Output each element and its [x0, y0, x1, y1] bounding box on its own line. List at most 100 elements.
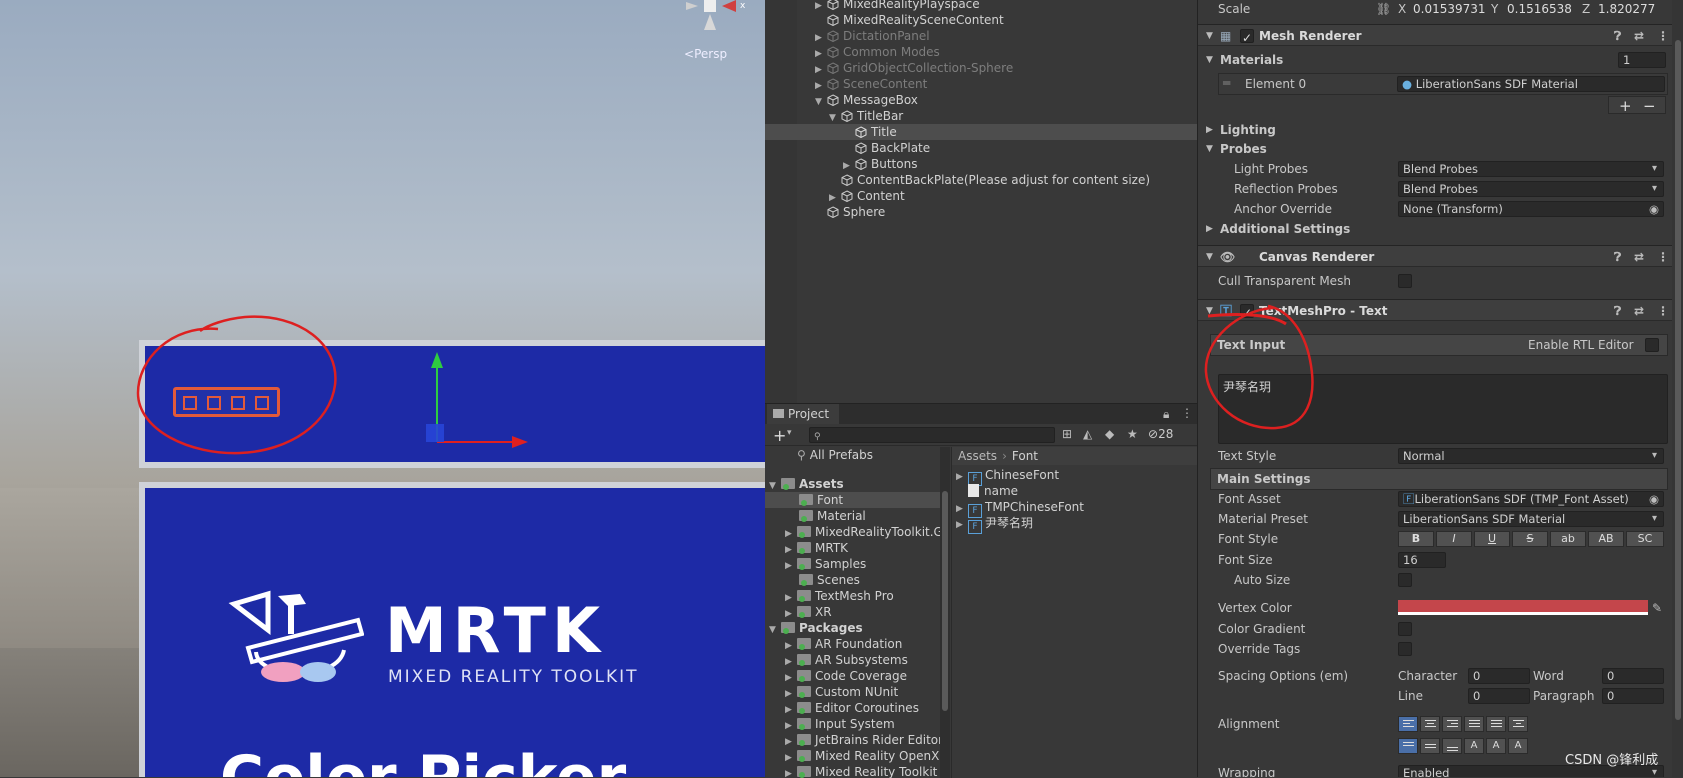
- hierarchy-item[interactable]: ▼ TitleBar: [765, 108, 1197, 124]
- hierarchy-item[interactable]: MixedRealitySceneContent: [765, 12, 1197, 28]
- hidden-packages-icon[interactable]: ⊘28: [1148, 427, 1173, 441]
- probes-foldout[interactable]: ▼ Probes: [1198, 140, 1683, 158]
- align-geometry-center-button[interactable]: [1508, 716, 1528, 732]
- cull-transparent-checkbox[interactable]: [1398, 274, 1412, 288]
- scrollbar-thumb[interactable]: [1675, 40, 1681, 720]
- align-center-button[interactable]: [1420, 716, 1440, 732]
- tree-item[interactable]: ▼ Assets: [769, 476, 844, 492]
- text-style-dropdown[interactable]: Normal: [1398, 448, 1664, 464]
- more-icon[interactable]: ⋮: [1657, 25, 1669, 47]
- color-gradient-checkbox[interactable]: [1398, 622, 1412, 636]
- materials-count-field[interactable]: 1: [1618, 52, 1666, 68]
- material-element-field[interactable]: ● LiberationSans SDF Material: [1397, 76, 1665, 92]
- search-by-type-icon[interactable]: ⊞: [1062, 427, 1072, 441]
- tree-item[interactable]: ▶ JetBrains Rider Editor: [785, 732, 940, 748]
- object-picker-icon[interactable]: ◉: [1649, 202, 1659, 216]
- project-panel[interactable]: Project 🔒︎ ⋮ + ▾ ⚲ ⊞ ◭ ◆ ★ ⊘28 ⚲ All Pref…: [765, 403, 1198, 778]
- preset-icon[interactable]: ⇄: [1634, 25, 1644, 47]
- add-icon[interactable]: +: [773, 426, 786, 445]
- vertex-color-swatch[interactable]: [1398, 600, 1648, 615]
- hierarchy-item[interactable]: ▶ Common Modes: [765, 44, 1197, 60]
- menu-icon[interactable]: ⋮: [1181, 406, 1193, 420]
- scale-x-field[interactable]: 0.01539731: [1413, 0, 1486, 18]
- tree-scrollbar[interactable]: [940, 447, 950, 778]
- font-style-italic-button[interactable]: I: [1436, 531, 1472, 547]
- reflection-probes-dropdown[interactable]: Blend Probes: [1398, 181, 1664, 197]
- light-probes-dropdown[interactable]: Blend Probes: [1398, 161, 1664, 177]
- tree-item[interactable]: ▶ Editor Coroutines: [785, 700, 919, 716]
- font-style-lowercase-button[interactable]: ab: [1550, 531, 1586, 547]
- tree-item[interactable]: ▶ XR: [785, 604, 832, 620]
- file-item[interactable]: ▶ F 尹琴名玥: [956, 515, 1033, 534]
- help-icon[interactable]: ❓︎: [1614, 300, 1621, 322]
- tree-item-all-prefabs[interactable]: ⚲ All Prefabs: [797, 447, 873, 463]
- move-gizmo[interactable]: [410, 350, 530, 450]
- tree-item[interactable]: ▶ AR Foundation: [785, 636, 902, 652]
- canvas-renderer-header[interactable]: ▼ 👁︎ Canvas Renderer ❓︎ ⇄ ⋮: [1198, 245, 1683, 267]
- project-file-list[interactable]: Assets › Font ▶ F ChineseFont name ▶ F TMPChin…: [951, 447, 1198, 778]
- add-element-button[interactable]: +: [1619, 97, 1632, 115]
- tree-item[interactable]: ▶ Samples: [785, 556, 866, 572]
- object-picker-icon[interactable]: ◉: [1649, 492, 1659, 506]
- font-style-uppercase-button[interactable]: AB: [1588, 531, 1624, 547]
- tab-project[interactable]: Project: [767, 404, 840, 424]
- hierarchy-item[interactable]: ▶ SceneContent: [765, 76, 1197, 92]
- drag-handle-icon[interactable]: ═: [1223, 76, 1230, 90]
- hierarchy-item[interactable]: ▶ MixedRealityPlayspace: [765, 0, 1197, 12]
- align-left-button[interactable]: [1398, 716, 1418, 732]
- align-middle-button[interactable]: [1420, 738, 1440, 754]
- tree-item[interactable]: ▶ MixedRealityToolkit.Ge: [785, 524, 940, 540]
- file-item[interactable]: ▶ F TMPChineseFont: [956, 499, 1084, 518]
- tree-item[interactable]: ▶ Custom NUnit: [785, 684, 898, 700]
- hierarchy-item[interactable]: BackPlate: [765, 140, 1197, 156]
- rtl-editor-checkbox[interactable]: [1645, 338, 1659, 352]
- align-midline-button[interactable]: A: [1486, 738, 1506, 754]
- line-spacing-field[interactable]: 0: [1468, 688, 1530, 704]
- mesh-renderer-enabled-checkbox[interactable]: [1240, 27, 1254, 49]
- help-icon[interactable]: ❓︎: [1614, 246, 1621, 268]
- more-icon[interactable]: ⋮: [1657, 300, 1669, 322]
- tree-item[interactable]: Scenes: [799, 572, 860, 588]
- anchor-override-field[interactable]: None (Transform) ◉: [1398, 201, 1664, 217]
- font-style-underline-button[interactable]: U: [1474, 531, 1510, 547]
- hierarchy-item[interactable]: ▶ Content: [765, 188, 1197, 204]
- material-preset-dropdown[interactable]: LiberationSans SDF Material: [1398, 511, 1664, 527]
- tree-item[interactable]: ▶ MRTK: [785, 540, 848, 556]
- align-capline-button[interactable]: A: [1508, 738, 1528, 754]
- word-spacing-field[interactable]: 0: [1602, 668, 1664, 684]
- tree-item[interactable]: ▶ Mixed Reality OpenXR: [785, 748, 940, 764]
- hierarchy-item[interactable]: ▶ GridObjectCollection-Sphere: [765, 60, 1197, 76]
- tag-icon[interactable]: ◆: [1105, 427, 1114, 441]
- tree-item[interactable]: ▼ Packages: [769, 620, 863, 636]
- align-top-button[interactable]: [1398, 738, 1418, 754]
- tree-item-font[interactable]: Font: [799, 492, 843, 508]
- lighting-foldout[interactable]: ▶ Lighting: [1198, 121, 1683, 139]
- preset-icon[interactable]: ⇄: [1634, 246, 1644, 268]
- character-spacing-field[interactable]: 0: [1468, 668, 1530, 684]
- remove-element-button[interactable]: −: [1643, 97, 1656, 115]
- align-right-button[interactable]: [1442, 716, 1462, 732]
- font-asset-field[interactable]: 🄵︎LiberationSans SDF (TMP_Font Asset) ◉: [1398, 491, 1664, 507]
- scrollbar-thumb[interactable]: [942, 491, 948, 711]
- hierarchy-panel[interactable]: ▶ MixedRealityPlayspace MixedRealityScene…: [765, 0, 1197, 403]
- project-folder-tree[interactable]: ⚲ All Prefabs ▼ Assets Font Material ▶ Mixe…: [765, 447, 940, 778]
- hierarchy-item[interactable]: ▶ DictationPanel: [765, 28, 1197, 44]
- scene-view[interactable]: x <Persp MRTK MIXED REALITY TOOLKIT Colo…: [0, 0, 765, 777]
- align-bottom-button[interactable]: [1442, 738, 1462, 754]
- eyedropper-icon[interactable]: ✎: [1652, 599, 1662, 617]
- align-justified-button[interactable]: [1464, 716, 1484, 732]
- font-style-strikethrough-button[interactable]: S: [1512, 531, 1548, 547]
- project-search-input[interactable]: ⚲: [809, 427, 1055, 443]
- font-style-smallcaps-button[interactable]: SC: [1626, 531, 1664, 547]
- scene-orientation-gizmo[interactable]: x: [670, 0, 750, 48]
- hierarchy-item[interactable]: ContentBackPlate(Please adjust for conte…: [765, 172, 1197, 188]
- override-tags-checkbox[interactable]: [1398, 642, 1412, 656]
- tree-item[interactable]: ▶ Mixed Reality Toolkit E: [785, 764, 940, 778]
- breadcrumb-font[interactable]: Font: [1012, 449, 1038, 463]
- help-icon[interactable]: ❓︎: [1614, 25, 1621, 47]
- file-item[interactable]: ▶ F ChineseFont: [956, 467, 1059, 486]
- scale-y-field[interactable]: 0.1516538: [1507, 0, 1572, 18]
- hierarchy-item-selected[interactable]: Title: [765, 124, 1197, 140]
- font-size-field[interactable]: 16: [1398, 552, 1446, 568]
- materials-row[interactable]: ▼ Materials 1: [1198, 51, 1683, 69]
